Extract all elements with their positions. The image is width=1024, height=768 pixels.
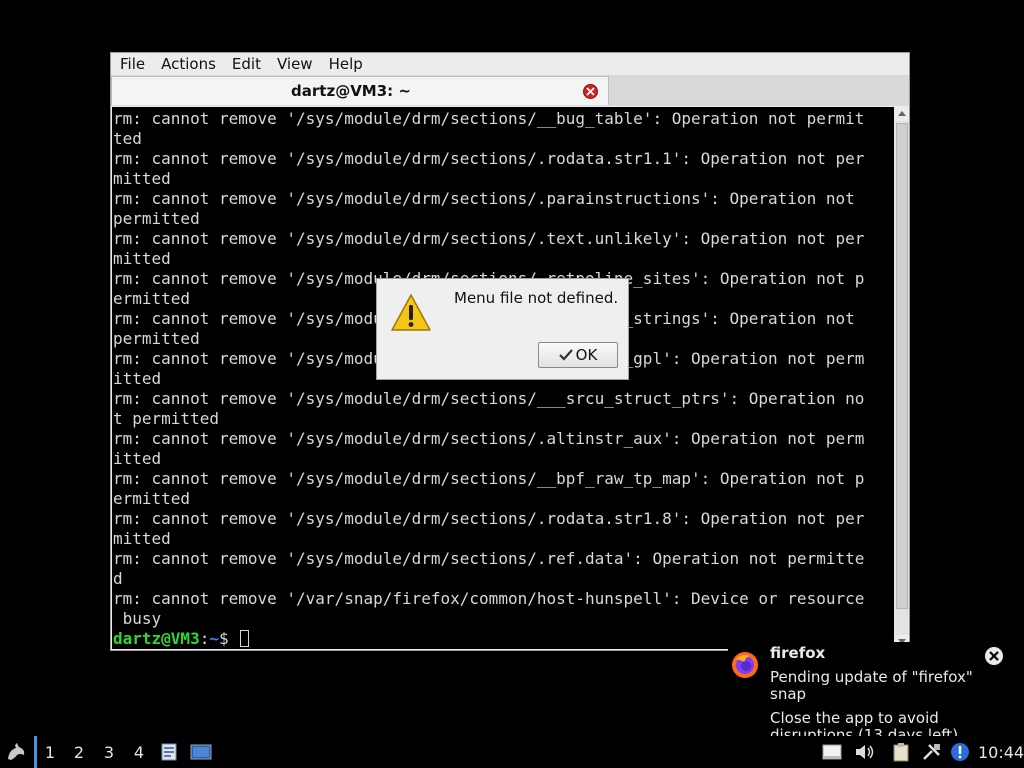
terminal-line: ted	[113, 129, 142, 148]
terminal-line: itted	[113, 449, 162, 468]
terminal-line: mitted	[113, 529, 171, 548]
menu-bar: File Actions Edit View Help	[111, 53, 909, 75]
terminal-line: rm: cannot remove '/sys/module/drm/secti…	[113, 389, 865, 408]
workspace-4-label: 4	[133, 742, 145, 762]
update-alert-icon[interactable]	[950, 736, 970, 768]
terminal-line: rm: cannot remove '/sys/module/drm/secti…	[113, 509, 865, 528]
desktop: File Actions Edit View Help dartz@VM3: ~…	[0, 0, 1024, 768]
notification-body-2: Close the app to avoid disruptions (13 d…	[770, 709, 959, 737]
checkmark-icon	[558, 349, 573, 361]
notification-body-1: Pending update of "firefox" snap	[770, 668, 973, 703]
terminal-line: busy	[113, 609, 162, 628]
taskbar: 1 2 3 4 10:44	[0, 736, 1024, 768]
scrollbar-thumb[interactable]	[896, 123, 908, 609]
terminal-prompt: dartz@VM3:~$	[113, 629, 250, 649]
start-menu-icon[interactable]	[3, 736, 29, 768]
terminal-line: rm: cannot remove '/sys/module/drm/secti…	[113, 229, 865, 248]
prompt-user: dartz@VM3	[113, 629, 200, 648]
workspace-3-button[interactable]: 3	[96, 736, 122, 768]
terminal-scrollbar[interactable]	[895, 107, 909, 649]
tab-bar: dartz@VM3: ~	[111, 75, 909, 106]
firefox-icon	[730, 650, 760, 684]
terminal-line: rm: cannot remove '/sys/module/drm/secti…	[113, 189, 855, 208]
workspace-2-button[interactable]: 2	[66, 736, 92, 768]
notification-close-icon[interactable]	[985, 647, 1003, 665]
terminal-line: rm: cannot remove '/sys/module/drm/secti…	[113, 149, 865, 168]
terminal-line: mitted	[113, 249, 171, 268]
terminal-line: rm: cannot remove '/sys/module/drm/secti…	[113, 429, 865, 448]
desktop-icon[interactable]	[190, 736, 212, 768]
terminal-line: ermitted	[113, 489, 191, 508]
terminal-line: rm: cannot remove '/sys/module/drm/secti…	[113, 469, 865, 488]
terminal-line: rm: cannot remove '/sys/module/drm/secti…	[113, 109, 865, 128]
ok-button-label: OK	[575, 346, 598, 364]
tab-title: dartz@VM3: ~	[291, 82, 411, 100]
scroll-up-arrow-icon[interactable]	[895, 107, 909, 121]
terminal-line: permitted	[113, 209, 200, 228]
terminal-tab[interactable]: dartz@VM3: ~	[111, 76, 609, 105]
clipboard-icon[interactable]	[891, 736, 911, 768]
workspace-4-button[interactable]: 4	[126, 736, 152, 768]
tab-close-icon[interactable]	[583, 84, 598, 99]
terminal-line: mitted	[113, 169, 171, 188]
warning-icon	[390, 293, 432, 337]
ok-button[interactable]: OK	[538, 342, 618, 368]
terminal-line: rm: cannot remove '/sys/module/drm/secti…	[113, 549, 865, 568]
file-manager-icon[interactable]	[160, 736, 178, 768]
notification-title: firefox	[770, 644, 826, 662]
menu-edit[interactable]: Edit	[223, 55, 268, 73]
message-dialog: Menu file not defined. OK	[376, 278, 629, 380]
volume-icon[interactable]	[854, 736, 876, 768]
prompt-colon: :	[199, 629, 210, 648]
workspace-1-button[interactable]: 1	[34, 736, 63, 768]
prompt-symbol: $	[218, 629, 239, 648]
menu-file[interactable]: File	[111, 55, 152, 73]
notification-popup[interactable]: firefox Pending update of "firefox" snap…	[728, 642, 1018, 736]
workspace-2-label: 2	[73, 742, 85, 762]
clock[interactable]: 10:44	[978, 743, 1024, 762]
dialog-message: Menu file not defined.	[454, 289, 619, 307]
menu-view[interactable]: View	[268, 55, 320, 73]
workspace-1-label: 1	[44, 742, 56, 762]
menu-help[interactable]: Help	[320, 55, 370, 73]
workspace-3-label: 3	[103, 742, 115, 762]
window-list-icon[interactable]	[822, 736, 842, 768]
terminal-cursor	[240, 630, 250, 647]
terminal-line: d	[113, 569, 123, 588]
terminal-line: t permitted	[113, 409, 219, 428]
network-icon[interactable]	[921, 736, 943, 768]
menu-actions[interactable]: Actions	[152, 55, 223, 73]
prompt-path: ~	[209, 629, 219, 648]
terminal-line: rm: cannot remove '/var/snap/firefox/com…	[113, 589, 865, 608]
